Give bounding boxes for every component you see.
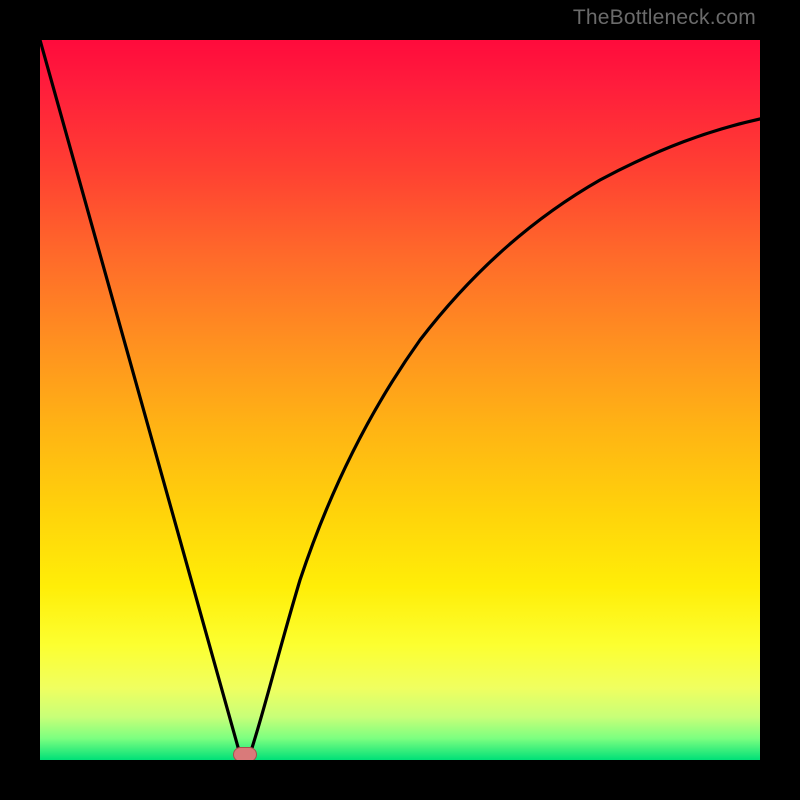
curve-path <box>40 40 760 760</box>
watermark-text: TheBottleneck.com <box>573 6 756 30</box>
chart-curve-svg <box>40 40 760 760</box>
minimum-marker <box>233 747 257 760</box>
chart-frame: TheBottleneck.com <box>0 0 800 800</box>
plot-area <box>40 40 760 760</box>
